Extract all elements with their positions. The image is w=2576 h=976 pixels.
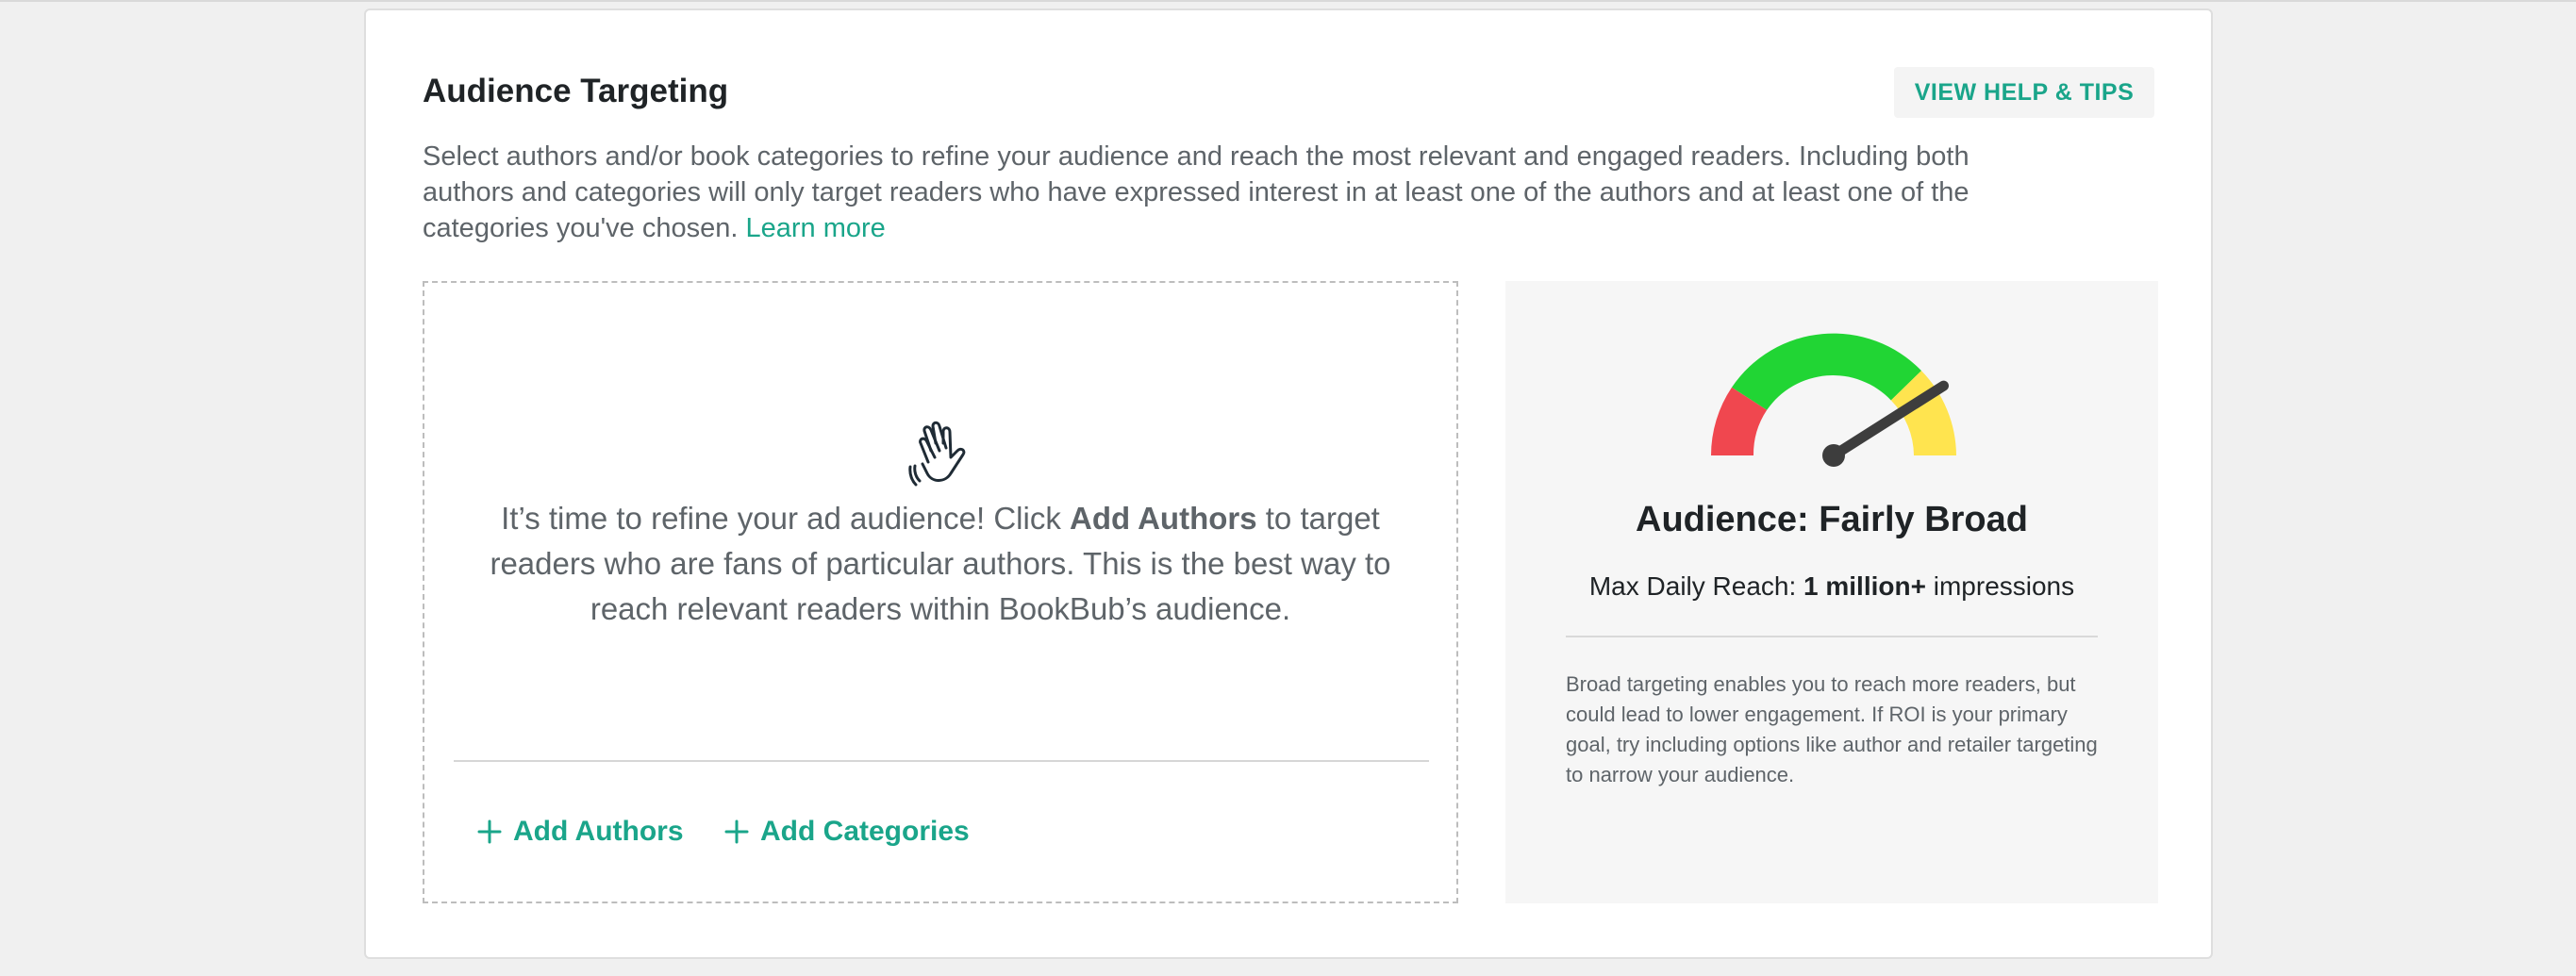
max-reach-label: Max Daily Reach:: [1588, 571, 1804, 601]
divider: [454, 760, 1429, 762]
reach-explanation: Broad targeting enables you to reach mor…: [1566, 672, 2098, 786]
waving-hand-icon: [908, 421, 966, 487]
learn-more-link[interactable]: Learn more: [745, 213, 885, 243]
max-daily-reach: Max Daily Reach: 1 million+ impressions: [1505, 571, 2158, 602]
page: Audience Targeting VIEW HELP & TIPS Sele…: [0, 0, 2576, 976]
add-authors-button[interactable]: Add Authors: [477, 816, 684, 848]
audience-breadth-label: Audience: Fairly Broad: [1636, 500, 2028, 539]
divider: [1566, 636, 2098, 637]
empty-state-message: It’s time to refine your ad audience! Cl…: [453, 496, 1428, 632]
prompt-emphasis: Add Authors: [1070, 501, 1257, 536]
section-title: Audience Targeting: [423, 73, 729, 109]
gauge-pivot: [1822, 444, 1845, 467]
section-description: Select authors and/or book categories to…: [423, 139, 1969, 246]
add-categories-label: Add Categories: [760, 816, 970, 847]
max-reach-unit: impressions: [1925, 571, 2075, 601]
description-text: Select authors and/or book categories to…: [423, 141, 1969, 243]
add-authors-label: Add Authors: [513, 816, 684, 847]
prompt-text-start: It’s time to refine your ad audience! Cl…: [501, 501, 1070, 536]
audience-targeting-card: Audience Targeting VIEW HELP & TIPS Sele…: [364, 8, 2213, 959]
plus-icon: [724, 819, 749, 844]
add-categories-button[interactable]: Add Categories: [724, 816, 970, 848]
audience-reach-panel: Audience: Fairly Broad Max Daily Reach: …: [1505, 281, 2158, 903]
view-help-tips-button[interactable]: VIEW HELP & TIPS: [1894, 67, 2154, 118]
targeting-dropzone: It’s time to refine your ad audience! Cl…: [423, 281, 1458, 903]
max-reach-value: 1 million+: [1803, 571, 1926, 601]
plus-icon: [477, 819, 502, 844]
audience-gauge: [1711, 333, 1956, 467]
